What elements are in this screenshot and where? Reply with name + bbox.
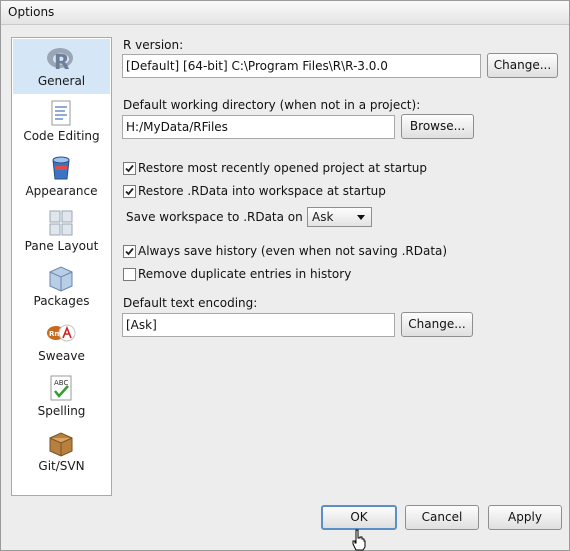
workdir-label: Default working directory (when not in a… (123, 98, 421, 112)
title-bar: Options (1, 1, 569, 25)
hand-cursor-icon (352, 529, 366, 551)
remove-duplicates-label: Remove duplicate entries in history (138, 267, 352, 281)
save-workspace-label: Save workspace to .RData on exit: (126, 210, 333, 224)
package-box-icon (49, 266, 73, 292)
pane-grid-icon (49, 210, 73, 236)
git-box-icon (49, 432, 73, 457)
sidebar-item-appearance[interactable]: Appearance (13, 149, 110, 204)
paint-bucket-icon (52, 156, 70, 180)
restore-rdata-checkbox[interactable] (123, 185, 136, 198)
checkmark-icon (125, 164, 134, 173)
chevron-down-icon (357, 215, 365, 220)
sidebar-item-label: Code Editing (23, 129, 100, 143)
encoding-field[interactable]: [Ask] (122, 313, 395, 337)
apply-button[interactable]: Apply (488, 505, 562, 530)
ok-button[interactable]: OK (321, 505, 397, 530)
restore-project-label: Restore most recently opened project at … (138, 161, 428, 175)
encoding-label: Default text encoding: (123, 296, 258, 310)
workdir-browse-button[interactable]: Browse... (401, 114, 474, 139)
sidebar-item-label: Spelling (37, 404, 86, 418)
code-page-icon (51, 100, 71, 126)
sidebar-item-spelling[interactable]: ABC Spelling (13, 369, 110, 424)
restore-project-checkbox[interactable] (123, 162, 136, 175)
options-dialog: Options R General Code Editing Appearanc… (0, 0, 570, 551)
sweave-pdf-icon: Rnw (47, 324, 76, 342)
r-version-label: R version: (123, 38, 184, 52)
encoding-change-button[interactable]: Change... (401, 312, 473, 337)
workdir-field[interactable]: H:/MyData/RFiles (122, 115, 395, 139)
checkmark-icon (125, 187, 134, 196)
always-save-history-checkbox[interactable] (123, 245, 136, 258)
r-logo-icon: R (47, 48, 73, 72)
sidebar-item-git-svn[interactable]: Git/SVN (13, 424, 110, 479)
sidebar-item-label: Pane Layout (24, 239, 99, 253)
r-version-change-button[interactable]: Change... (487, 53, 558, 78)
svg-text:ABC: ABC (54, 379, 68, 387)
sidebar-item-label: Sweave (38, 349, 85, 363)
svg-text:R: R (54, 50, 69, 72)
remove-duplicates-checkbox[interactable] (123, 268, 136, 281)
sidebar-item-packages[interactable]: Packages (13, 259, 110, 314)
options-sidebar: R General Code Editing Appearance Pane L… (11, 37, 112, 496)
sidebar-item-sweave[interactable]: Rnw Sweave (13, 314, 110, 369)
restore-rdata-label: Restore .RData into workspace at startup (138, 184, 386, 198)
spellcheck-icon: ABC (50, 375, 72, 401)
sidebar-item-label: Packages (33, 294, 90, 308)
sidebar-item-code-editing[interactable]: Code Editing (13, 94, 110, 149)
r-version-field[interactable]: [Default] [64-bit] C:\Program Files\R\R-… (122, 54, 481, 78)
save-workspace-value: Ask (312, 210, 334, 224)
checkmark-icon (125, 247, 134, 256)
cancel-button[interactable]: Cancel (405, 505, 479, 530)
sidebar-item-label: Git/SVN (38, 459, 85, 473)
window-title: Options (8, 5, 55, 19)
sidebar-item-label: Appearance (25, 184, 98, 198)
sidebar-item-label: General (37, 74, 86, 88)
sidebar-item-general[interactable]: R General (13, 39, 110, 94)
sidebar-item-pane-layout[interactable]: Pane Layout (13, 204, 110, 259)
save-workspace-select[interactable]: Ask (307, 207, 372, 227)
always-save-history-label: Always save history (even when not savin… (138, 244, 448, 258)
